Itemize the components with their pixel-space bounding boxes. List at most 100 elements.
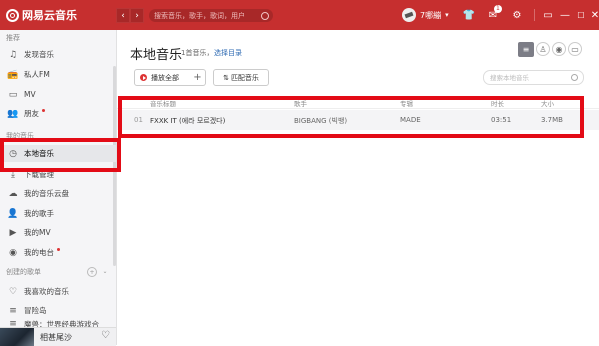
sidebar-item-discover[interactable]: ♫ 发现音乐 — [0, 46, 116, 63]
sidebar-item-local-music[interactable]: ◷ 本地音乐 — [0, 145, 116, 162]
close-icon[interactable]: ✕ — [588, 8, 599, 22]
maximize-icon[interactable]: ☐ — [574, 8, 588, 22]
mini-mode-icon[interactable]: ▭ — [541, 8, 555, 22]
notification-dot — [57, 248, 60, 251]
heart-icon: ♡ — [8, 286, 18, 297]
history-nav: ‹ › — [116, 8, 144, 23]
sidebar-item-singers[interactable]: 👤 我的歌手 — [0, 205, 116, 222]
track-count: 1首音乐， — [181, 49, 214, 57]
section-title-recommend: 推荐 — [6, 34, 20, 42]
album-view-icon[interactable]: ◉ — [552, 42, 566, 56]
username[interactable]: 7哪繃 — [420, 10, 441, 21]
folder-view-icon[interactable]: ▭ — [568, 42, 582, 56]
local-search[interactable] — [483, 70, 584, 85]
section-title-playlists: 创建的歌单 — [6, 268, 41, 276]
now-playing-bar[interactable]: 相甚尾沙 ♡ — [0, 327, 116, 346]
add-playlist-icon[interactable]: + — [87, 267, 97, 277]
sidebar-item-playlist[interactable]: ≡ 冒险岛 — [0, 302, 116, 319]
forward-icon[interactable]: › — [130, 8, 144, 23]
search-icon[interactable] — [571, 74, 578, 81]
chevron-down-icon[interactable]: ⌄ — [101, 267, 109, 275]
play-icon — [140, 74, 147, 81]
sidebar-item-downloads[interactable]: ⤓ 下载管理 — [0, 166, 116, 183]
sidebar-item-liked[interactable]: ♡ 我喜欢的音乐 — [0, 283, 116, 300]
singer-view-icon[interactable]: ♙ — [536, 42, 550, 56]
tshirt-icon[interactable]: 👕 — [462, 8, 476, 22]
cloud-icon: ☁ — [8, 188, 18, 199]
row-index: 01 — [134, 116, 143, 124]
main-panel: 本地音乐 1首音乐， 选择目录 ≡ ♙ ◉ ▭ 播放全部 + ⇅ 匹配音乐 音乐… — [117, 30, 599, 345]
sidebar-item-dj[interactable]: ◉ 我的电台 — [0, 244, 116, 261]
chevron-down-icon[interactable]: ▾ — [445, 11, 449, 19]
sidebar-item-friends[interactable]: 👥 朋友 — [0, 105, 116, 122]
minimize-icon[interactable]: — — [558, 8, 572, 22]
view-switcher: ≡ ♙ ◉ ▭ — [518, 42, 582, 57]
table-header: 音乐标题 歌手 专辑 时长 大小 — [117, 96, 599, 109]
sidebar-item-label: 我的MV — [24, 228, 51, 237]
match-music-label: 匹配音乐 — [230, 73, 259, 82]
dj-icon: ◉ — [9, 247, 17, 258]
sidebar-item-cloud[interactable]: ☁ 我的音乐云盘 — [0, 185, 116, 202]
column-size[interactable]: 大小 — [541, 98, 554, 108]
avatar[interactable] — [402, 8, 416, 22]
sidebar-item-mv[interactable]: ▭ MV — [0, 86, 116, 103]
row-album[interactable]: MADE — [400, 116, 421, 124]
column-duration[interactable]: 时长 — [491, 98, 504, 108]
mail-badge: 1 — [494, 5, 502, 13]
column-album[interactable]: 专辑 — [400, 98, 413, 108]
search-icon[interactable] — [261, 12, 269, 20]
sidebar-item-label: 我的歌手 — [24, 209, 54, 218]
sidebar-item-my-mv[interactable]: ▶ 我的MV — [0, 224, 116, 241]
sidebar-item-label: 我的电台 — [24, 248, 54, 257]
play-all-label: 播放全部 — [151, 73, 179, 82]
sidebar-item-label: 我喜欢的音乐 — [24, 287, 69, 296]
add-to-playlist-button[interactable]: + — [190, 69, 206, 86]
global-search-input[interactable] — [154, 9, 254, 22]
video-icon: ▭ — [8, 89, 18, 100]
now-playing-title: 相甚尾沙 — [40, 333, 72, 342]
global-search[interactable] — [149, 9, 273, 22]
sidebar-item-label: 本地音乐 — [24, 149, 54, 158]
section-title-mymusic: 我的音乐 — [6, 132, 34, 140]
column-title[interactable]: 音乐标题 — [150, 98, 176, 108]
sidebar-item-label: 冒险岛 — [24, 306, 47, 315]
sidebar-item-fm[interactable]: 📻 私人FM — [0, 66, 116, 83]
match-music-button[interactable]: ⇅ 匹配音乐 — [213, 69, 269, 86]
mail-icon[interactable]: ✉ 1 — [486, 5, 502, 22]
local-search-input[interactable] — [490, 71, 570, 84]
gear-icon[interactable]: ⚙ — [510, 8, 524, 22]
table-row[interactable]: 01 FXXK IT (에라 모르겠다) BIGBANG (빅뱅) MADE 0… — [117, 110, 599, 130]
heart-icon[interactable]: ♡ — [101, 330, 110, 341]
sidebar-item-label: 朋友 — [24, 109, 39, 118]
sidebar-item-label: MV — [24, 90, 36, 99]
list-view-icon[interactable]: ≡ — [518, 42, 534, 57]
sidebar-item-label: 发现音乐 — [24, 50, 54, 59]
clock-icon: ◷ — [9, 148, 17, 159]
app-logo[interactable]: 网易云音乐 — [6, 7, 77, 23]
row-title[interactable]: FXXK IT (에라 모르겠다) — [150, 116, 225, 126]
column-artist[interactable]: 歌手 — [294, 98, 307, 108]
sidebar-item-label: 下载管理 — [24, 170, 54, 179]
music-note-icon: ♫ — [8, 49, 18, 60]
play-all-button[interactable]: 播放全部 — [134, 69, 192, 86]
titlebar-divider — [534, 9, 535, 21]
user-menu[interactable]: 7哪繃 ▾ — [402, 8, 449, 22]
playlist-tools: + ⌄ — [87, 267, 109, 277]
sidebar-item-label: 我的音乐云盘 — [24, 189, 69, 198]
row-size: 3.7MB — [541, 116, 563, 124]
row-artist[interactable]: BIGBANG (빅뱅) — [294, 116, 347, 126]
download-icon: ⤓ — [11, 169, 15, 180]
friends-icon: 👥 — [7, 108, 19, 119]
back-icon[interactable]: ‹ — [116, 8, 130, 23]
playlist-icon: ≡ — [9, 305, 17, 316]
app-name: 网易云音乐 — [22, 9, 77, 22]
match-icon: ⇅ — [223, 73, 229, 82]
choose-directory-link[interactable]: 选择目录 — [214, 48, 242, 58]
title-bar: 网易云音乐 ‹ › 7哪繃 ▾ 👕 ✉1 ⚙ ▭ — ☐ ✕ — [0, 0, 599, 30]
sidebar-item-label: 私人FM — [24, 70, 50, 79]
row-duration: 03:51 — [491, 116, 512, 124]
netease-logo-icon — [6, 8, 19, 22]
sidebar: 推荐 ♫ 发现音乐 📻 私人FM ▭ MV 👥 朋友 我的音乐 ◷ 本地音乐 ⤓… — [0, 30, 117, 346]
page-title: 本地音乐 — [130, 48, 183, 63]
album-cover[interactable] — [0, 328, 34, 346]
